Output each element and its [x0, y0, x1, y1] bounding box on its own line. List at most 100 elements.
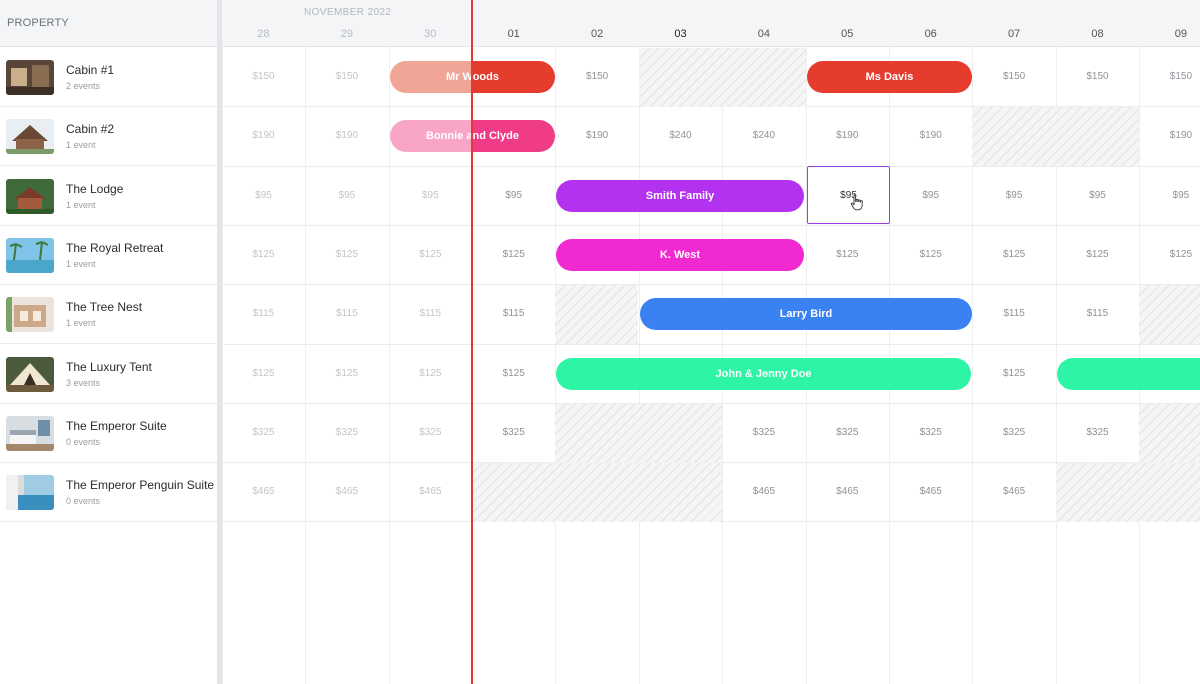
property-row[interactable]: The Emperor Suite 0 events — [0, 404, 217, 463]
price-cell[interactable]: $325 — [1068, 427, 1128, 438]
today-marker-line — [471, 0, 473, 684]
price-cell[interactable]: $115 — [1068, 308, 1128, 319]
price-cell[interactable]: $465 — [317, 486, 377, 497]
blocked-dates — [555, 285, 638, 344]
price-cell[interactable]: $325 — [817, 427, 877, 438]
property-thumbnail — [6, 178, 54, 214]
price-cell[interactable]: $190 — [817, 130, 877, 141]
price-cell[interactable]: $125 — [901, 249, 961, 260]
booking-bar[interactable]: John & Jenny Doe — [556, 358, 971, 390]
grid-row-line — [222, 166, 1200, 167]
price-cell[interactable]: $190 — [234, 130, 294, 141]
day-header: 30 — [424, 28, 437, 40]
price-cell[interactable]: $125 — [1068, 249, 1128, 260]
price-cell[interactable]: $150 — [567, 71, 627, 82]
price-cell[interactable]: $125 — [817, 249, 877, 260]
property-row[interactable]: The Emperor Penguin Suite 0 events — [0, 463, 217, 523]
price-cell[interactable]: $125 — [984, 368, 1044, 379]
price-cell[interactable]: $190 — [567, 130, 627, 141]
price-cell[interactable]: $95 — [1068, 190, 1128, 201]
property-row[interactable]: The Luxury Tent 3 events — [0, 345, 217, 404]
price-cell[interactable]: $95 — [400, 190, 460, 201]
price-cell[interactable]: $115 — [984, 308, 1044, 319]
property-thumbnail — [6, 237, 54, 273]
price-cell[interactable]: $190 — [317, 130, 377, 141]
price-cell[interactable]: $125 — [317, 368, 377, 379]
price-cell[interactable]: $325 — [400, 427, 460, 438]
price-cell[interactable]: $125 — [234, 249, 294, 260]
price-cell[interactable]: $150 — [1068, 71, 1128, 82]
day-header: 09 — [1174, 28, 1188, 40]
price-cell[interactable]: $115 — [234, 308, 294, 319]
property-row[interactable]: Cabin #1 2 events — [0, 48, 217, 107]
price-cell[interactable]: $150 — [317, 71, 377, 82]
price-cell[interactable]: $125 — [234, 368, 294, 379]
price-cell[interactable]: $125 — [984, 249, 1044, 260]
price-cell[interactable]: $95 — [317, 190, 377, 201]
price-cell[interactable]: $325 — [484, 427, 544, 438]
property-row[interactable]: The Lodge 1 event — [0, 167, 217, 226]
property-thumbnail — [6, 297, 54, 333]
price-cell[interactable]: $465 — [400, 486, 460, 497]
price-cell[interactable]: $125 — [1151, 249, 1200, 260]
grid-column-line — [389, 47, 390, 684]
booking-bar[interactable] — [1057, 358, 1200, 390]
day-header: 03 — [674, 28, 687, 40]
price-cell[interactable]: $125 — [400, 368, 460, 379]
price-cell[interactable]: $125 — [484, 249, 544, 260]
day-header: 05 — [841, 28, 854, 40]
day-header: 02 — [590, 28, 604, 40]
price-cell[interactable]: $125 — [317, 249, 377, 260]
blocked-dates — [1139, 404, 1200, 463]
booking-calendar-app: PROPERTY Cabin #1 2 events Cabin #2 1 event… — [0, 0, 1200, 684]
price-cell[interactable]: $465 — [817, 486, 877, 497]
price-cell[interactable]: $95 — [984, 190, 1044, 201]
property-thumbnail — [6, 356, 54, 392]
price-cell[interactable]: $465 — [901, 486, 961, 497]
price-cell[interactable]: $125 — [400, 249, 460, 260]
property-event-count: 3 events — [66, 377, 101, 388]
price-cell[interactable]: $190 — [1151, 130, 1200, 141]
price-cell[interactable]: $465 — [984, 486, 1044, 497]
price-cell[interactable]: $95 — [1151, 190, 1200, 201]
booking-bar[interactable]: K. West — [556, 239, 804, 271]
price-cell[interactable]: $325 — [984, 427, 1044, 438]
price-cell[interactable]: $150 — [234, 71, 294, 82]
property-name: Cabin #2 — [66, 122, 115, 137]
booking-bar[interactable]: Smith Family — [556, 180, 804, 212]
booking-bar[interactable]: Ms Davis — [807, 61, 972, 93]
price-cell[interactable]: $190 — [901, 130, 961, 141]
price-cell[interactable]: $465 — [734, 486, 794, 497]
price-cell[interactable]: $150 — [1151, 71, 1200, 82]
property-name: Cabin #1 — [66, 63, 115, 77]
booking-bar[interactable]: Larry Bird — [640, 298, 972, 330]
price-cell[interactable]: $95 — [901, 190, 961, 201]
property-row[interactable]: Cabin #2 1 event — [0, 107, 217, 167]
price-cell[interactable]: $95 — [234, 190, 294, 201]
day-header: 29 — [340, 28, 354, 40]
grid-column-line — [555, 47, 556, 684]
property-row[interactable]: The Tree Nest 1 event — [0, 285, 217, 345]
price-cell[interactable]: $325 — [234, 427, 294, 438]
day-header: 06 — [924, 28, 937, 40]
price-cell[interactable]: $240 — [651, 130, 711, 141]
property-thumbnail — [6, 119, 54, 155]
property-row[interactable]: The Royal Retreat 1 event — [0, 226, 217, 285]
price-cell[interactable]: $115 — [400, 308, 460, 319]
grid-row-line — [222, 344, 1200, 345]
price-cell[interactable]: $325 — [317, 427, 377, 438]
price-cell[interactable]: $325 — [734, 427, 794, 438]
selected-price-cell[interactable]: $95 — [807, 166, 890, 224]
day-header: 01 — [507, 28, 520, 40]
price-cell[interactable]: $465 — [234, 486, 294, 497]
price-cell[interactable]: $325 — [901, 427, 961, 438]
price-cell[interactable]: $115 — [484, 308, 544, 319]
price-cell[interactable]: $125 — [484, 368, 544, 379]
price-cell[interactable]: $95 — [484, 190, 544, 201]
property-name: The Royal Retreat — [66, 240, 164, 255]
price-cell[interactable]: $240 — [734, 130, 794, 141]
price-cell[interactable]: $150 — [984, 71, 1044, 82]
property-event-count: 0 events — [66, 496, 101, 507]
grid-column-line — [305, 47, 306, 684]
price-cell[interactable]: $115 — [317, 308, 377, 319]
